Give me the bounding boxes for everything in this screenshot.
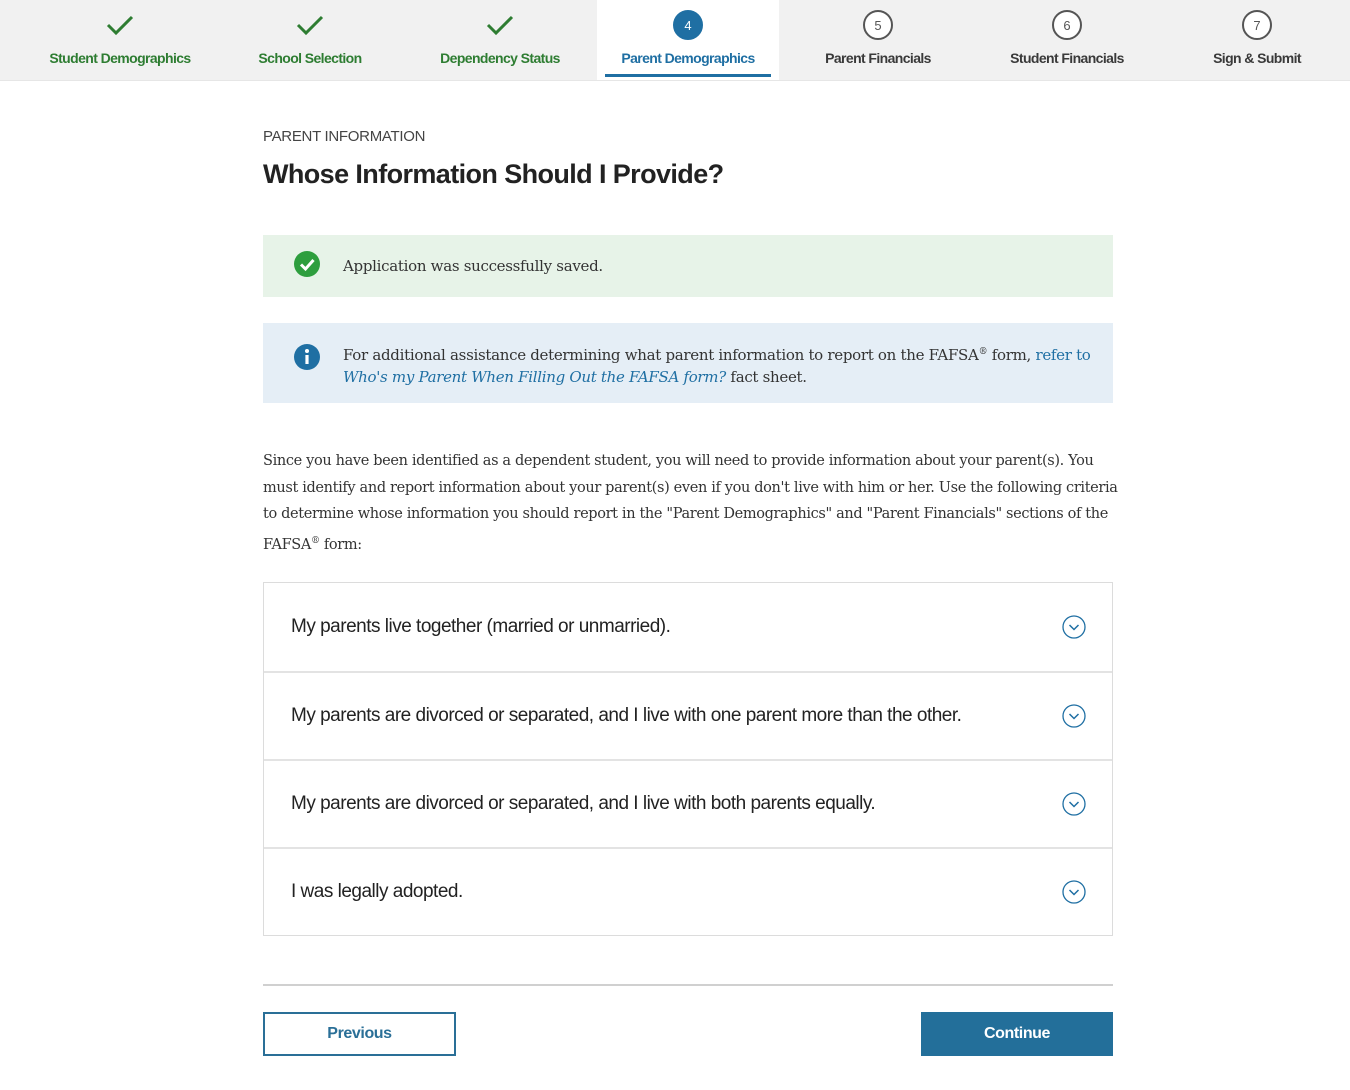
step-label: Student Demographics	[49, 50, 191, 66]
chevron-down-icon	[1062, 615, 1086, 639]
instructions-text-end: form:	[319, 536, 362, 553]
step-label: Dependency Status	[440, 50, 560, 66]
section-eyebrow: PARENT INFORMATION	[263, 128, 426, 145]
step-parent-demographics[interactable]: 4 Parent Demographics	[597, 0, 779, 80]
checkmark-icon	[485, 0, 515, 50]
instructions-paragraph: Since you have been identified as a depe…	[263, 448, 1123, 558]
info-text: fact sheet.	[725, 368, 807, 386]
accordion-item-live-together[interactable]: My parents live together (married or unm…	[264, 583, 1112, 671]
step-number-badge: 4	[673, 10, 703, 40]
info-alert: For additional assistance determining wh…	[263, 323, 1113, 403]
chevron-down-icon	[1062, 704, 1086, 728]
info-text: form,	[987, 346, 1036, 364]
previous-button[interactable]: Previous	[263, 1012, 456, 1056]
registered-mark: ®	[311, 535, 320, 546]
criteria-accordion: My parents live together (married or unm…	[263, 582, 1113, 936]
info-icon	[293, 343, 321, 375]
accordion-item-divorced-one-parent[interactable]: My parents are divorced or separated, an…	[264, 671, 1112, 759]
accordion-item-divorced-both-parents[interactable]: My parents are divorced or separated, an…	[264, 759, 1112, 847]
checkmark-icon	[105, 0, 135, 50]
accordion-item-label: My parents live together (married or unm…	[291, 616, 671, 637]
checkmark-icon	[295, 0, 325, 50]
continue-button[interactable]: Continue	[921, 1012, 1113, 1056]
accordion-item-adopted[interactable]: I was legally adopted.	[264, 847, 1112, 935]
current-step-indicator	[605, 74, 771, 77]
instructions-text: Since you have been identified as a depe…	[263, 453, 1118, 553]
step-number-badge: 7	[1242, 10, 1272, 40]
step-sign-submit[interactable]: 7 Sign & Submit	[1167, 0, 1347, 80]
step-label: Parent Financials	[825, 50, 931, 66]
step-parent-financials[interactable]: 5 Parent Financials	[788, 0, 968, 80]
progress-stepper: Student Demographics School Selection De…	[0, 0, 1350, 81]
step-label: Sign & Submit	[1213, 50, 1301, 66]
check-circle-icon	[293, 250, 321, 282]
step-dependency-status[interactable]: Dependency Status	[410, 0, 590, 80]
page-title: Whose Information Should I Provide?	[263, 159, 724, 189]
step-number-badge: 5	[863, 10, 893, 40]
step-number-badge: 6	[1052, 10, 1082, 40]
fact-sheet-link-prefix[interactable]: refer to	[1035, 346, 1090, 364]
success-message: Application was successfully saved.	[343, 257, 603, 275]
footer-divider	[263, 984, 1113, 986]
info-message: For additional assistance determining wh…	[343, 341, 1113, 388]
accordion-item-label: My parents are divorced or separated, an…	[291, 705, 962, 726]
chevron-down-icon	[1062, 880, 1086, 904]
main-content: PARENT INFORMATION Whose Information Sho…	[263, 120, 1118, 1056]
step-school-selection[interactable]: School Selection	[220, 0, 400, 80]
accordion-item-label: I was legally adopted.	[291, 881, 463, 902]
step-label: Student Financials	[1010, 50, 1124, 66]
registered-mark: ®	[978, 347, 988, 357]
step-label: School Selection	[258, 50, 362, 66]
step-student-demographics[interactable]: Student Demographics	[30, 0, 210, 80]
step-label: Parent Demographics	[621, 50, 755, 66]
success-alert: Application was successfully saved.	[263, 235, 1113, 297]
info-text: For additional assistance determining wh…	[343, 346, 979, 364]
accordion-item-label: My parents are divorced or separated, an…	[291, 793, 876, 814]
chevron-down-icon	[1062, 792, 1086, 816]
step-student-financials[interactable]: 6 Student Financials	[977, 0, 1157, 80]
fact-sheet-link[interactable]: Who's my Parent When Filling Out the FAF…	[343, 368, 726, 386]
